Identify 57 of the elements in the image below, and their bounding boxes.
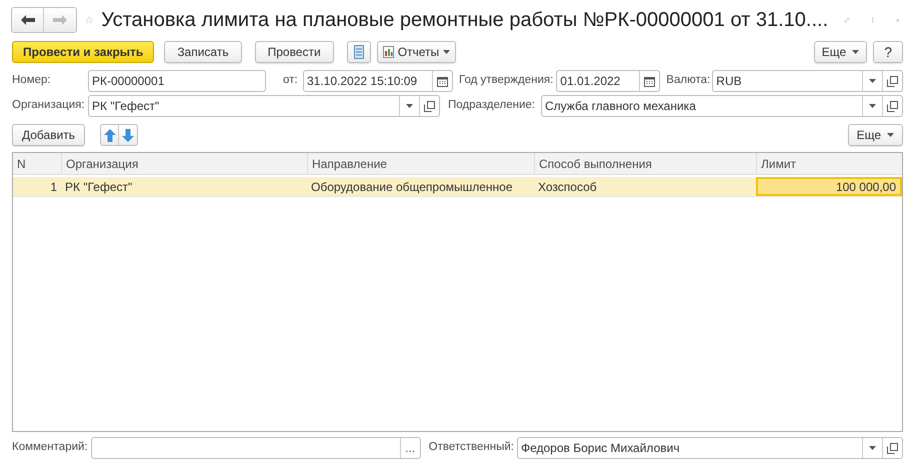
open-icon xyxy=(887,442,898,454)
currency-field[interactable]: RUB xyxy=(712,70,903,92)
select-button[interactable]: ... xyxy=(400,438,420,458)
field-label: Номер: xyxy=(12,73,52,88)
caret-icon xyxy=(887,133,894,137)
calendar-icon xyxy=(644,76,656,86)
list-icon xyxy=(354,45,364,59)
caret-icon xyxy=(443,50,450,54)
field-label: Комментарий: xyxy=(12,440,89,456)
table-cell-text: Оборудование общепромышленное xyxy=(310,178,514,196)
toolbar-button[interactable]: Провести xyxy=(254,41,334,63)
caret-icon xyxy=(869,446,876,450)
right-arrow-icon xyxy=(53,15,67,25)
organization-field[interactable]: РК "Гефест" xyxy=(88,95,440,117)
calendar-icon xyxy=(437,76,448,86)
add-button[interactable]: Добавить xyxy=(12,124,86,146)
column-header[interactable]: Направление xyxy=(307,153,534,174)
reports-button[interactable]: Отчеты xyxy=(376,41,456,63)
column-header[interactable]: Способ выполнения xyxy=(534,153,756,174)
column-header[interactable]: N xyxy=(13,153,61,174)
field-label: Подразделение: xyxy=(448,98,536,114)
down-arrow-icon xyxy=(122,128,134,142)
field-label: Организация: xyxy=(12,98,86,114)
table-row[interactable]: 1 РК "Гефест" Оборудование общепромышленное Хозспособ 100 000,00 xyxy=(13,177,902,197)
left-arrow-icon xyxy=(20,15,34,25)
column-header[interactable]: Лимит xyxy=(756,153,902,174)
table-cell-text: Хозспособ xyxy=(537,178,598,196)
field-label: от: xyxy=(283,73,299,88)
field-label: Валюта: xyxy=(666,73,712,88)
more-button[interactable]: Еще xyxy=(814,41,868,63)
list-button[interactable] xyxy=(346,41,371,63)
date-field[interactable]: 31.10.2022 15:10:09 xyxy=(303,70,453,92)
toolbar-button[interactable]: Провести и закрыть xyxy=(12,41,154,63)
responsible-field[interactable]: Федоров Борис Михайлович xyxy=(516,437,903,459)
table-cell: 100 000,00 xyxy=(756,177,902,196)
department-field[interactable]: Служба главного механика xyxy=(541,95,903,117)
report-icon xyxy=(382,46,394,58)
up-arrow-icon xyxy=(104,128,116,142)
toolbar-button[interactable]: Записать xyxy=(164,41,242,63)
column-header[interactable]: Организация xyxy=(61,153,307,174)
caret-icon xyxy=(869,79,876,83)
help-button[interactable]: ? xyxy=(873,41,903,63)
caret-icon xyxy=(869,104,876,108)
field-label: Ответственный: xyxy=(428,440,515,456)
window-title: Установка лимита на плановые ремонтные работы №РК-00000001 от 31.10.... xyxy=(101,8,828,33)
table-cell-text: РК "Гефест" xyxy=(64,178,134,196)
table-cell-text: 1 xyxy=(49,178,58,196)
open-icon xyxy=(887,100,898,112)
number-field[interactable]: РК-00000001 xyxy=(88,70,266,92)
open-icon xyxy=(424,100,435,112)
year-field[interactable]: 01.01.2022 xyxy=(556,70,660,92)
caret-icon xyxy=(406,104,413,108)
caret-icon xyxy=(852,50,860,54)
open-icon xyxy=(887,76,898,86)
comment-field[interactable]: ... xyxy=(90,437,421,459)
table-more-button[interactable]: Еще xyxy=(848,124,903,146)
field-label: Год утверждения: xyxy=(459,73,554,88)
